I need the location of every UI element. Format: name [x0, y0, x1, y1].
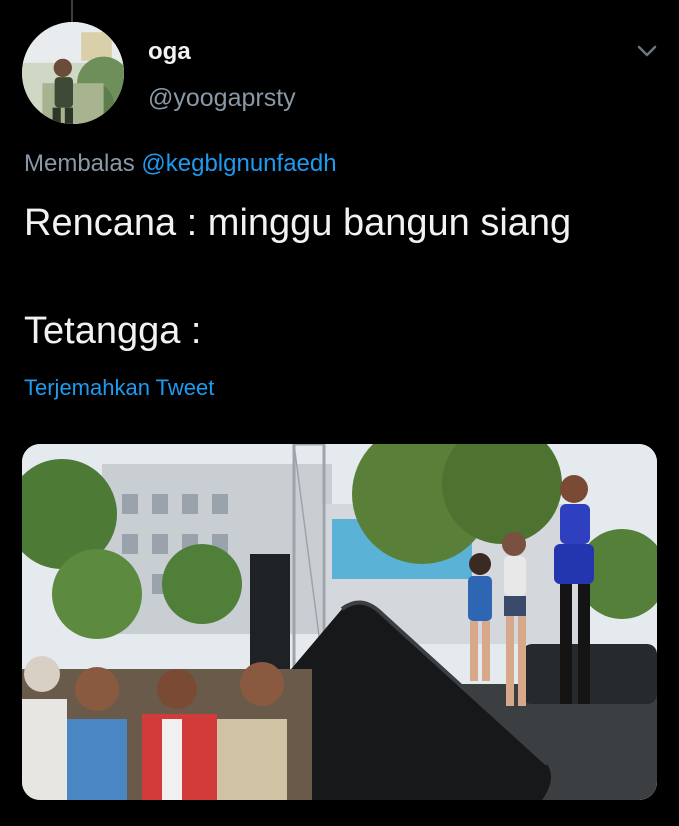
reply-prefix: Membalas — [24, 150, 135, 177]
avatar[interactable] — [22, 22, 124, 124]
avatar-image — [22, 22, 124, 124]
translate-tweet-link[interactable]: Terjemahkan Tweet — [24, 375, 214, 401]
concert-photo-image — [22, 444, 657, 800]
reply-mention-link[interactable]: @kegblgnunfaedh — [141, 150, 336, 177]
user-handle[interactable]: @yoogaprsty — [148, 84, 296, 113]
display-name[interactable]: oga — [148, 38, 191, 66]
thread-connector-line — [71, 0, 73, 22]
chevron-down-icon[interactable] — [632, 36, 662, 66]
tweet-photo[interactable] — [22, 444, 657, 800]
reply-context: Membalas @kegblgnunfaedh — [24, 150, 337, 178]
tweet-text: Rencana : minggu bangun siang Tetangga : — [24, 202, 572, 352]
